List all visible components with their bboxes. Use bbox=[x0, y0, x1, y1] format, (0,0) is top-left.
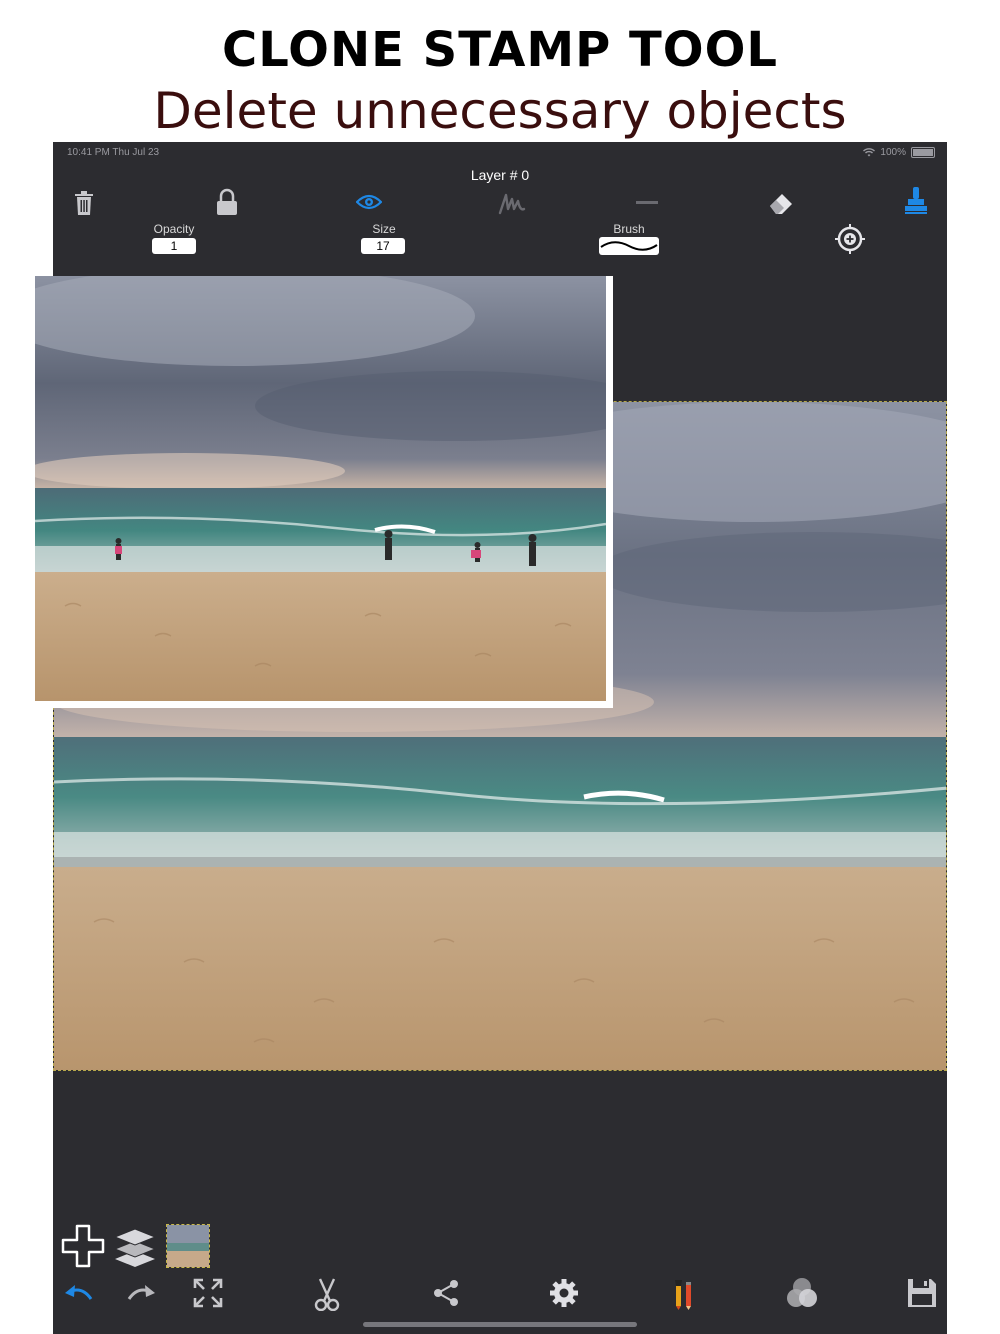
battery-percent: 100% bbox=[880, 147, 906, 158]
opacity-label: Opacity bbox=[153, 222, 195, 236]
redo-button[interactable] bbox=[125, 1278, 159, 1306]
settings-button[interactable] bbox=[547, 1276, 581, 1310]
layers-icon bbox=[114, 1228, 156, 1267]
fit-screen-icon bbox=[193, 1278, 223, 1308]
brush-label: Brush bbox=[613, 222, 645, 236]
minus-icon[interactable] bbox=[635, 198, 659, 208]
undo-button[interactable] bbox=[61, 1278, 95, 1306]
promo-title: CLONE STAMP TOOL bbox=[222, 22, 778, 78]
share-icon bbox=[434, 1280, 458, 1306]
paint-tools-button[interactable] bbox=[667, 1274, 701, 1312]
eye-icon[interactable] bbox=[355, 192, 383, 212]
before-photo bbox=[35, 276, 606, 701]
status-bar: 10:41 PM Thu Jul 23 100% bbox=[53, 142, 947, 164]
status-right: 100% bbox=[863, 147, 935, 158]
battery-icon bbox=[911, 147, 935, 158]
stamp-icon[interactable] bbox=[903, 186, 929, 216]
save-button[interactable] bbox=[905, 1276, 939, 1310]
redo-icon bbox=[127, 1285, 155, 1300]
wifi-icon bbox=[863, 148, 876, 157]
home-indicator bbox=[363, 1322, 637, 1327]
blend-button[interactable] bbox=[785, 1276, 819, 1310]
scissors-icon bbox=[314, 1278, 340, 1311]
crop-button[interactable] bbox=[310, 1276, 344, 1312]
gear-icon bbox=[550, 1279, 578, 1307]
fit-screen-button[interactable] bbox=[191, 1276, 225, 1310]
blend-icon bbox=[787, 1278, 817, 1307]
undo-icon bbox=[65, 1285, 93, 1300]
size-field[interactable]: 17 bbox=[361, 238, 405, 254]
opacity-field[interactable]: 1 bbox=[152, 238, 196, 254]
size-label: Size bbox=[372, 222, 396, 236]
crosshair-icon[interactable] bbox=[833, 222, 867, 256]
save-icon bbox=[908, 1279, 936, 1307]
lock-icon[interactable] bbox=[213, 187, 241, 217]
layers-button[interactable] bbox=[113, 1224, 157, 1268]
trash-icon[interactable] bbox=[71, 189, 97, 217]
before-photo-inset bbox=[35, 276, 613, 708]
eraser-icon[interactable] bbox=[767, 188, 795, 216]
promo-subtitle: Delete unnecessary objects bbox=[153, 82, 847, 140]
layer-title: Layer # 0 bbox=[470, 167, 530, 183]
status-time: 10:41 PM Thu Jul 23 bbox=[67, 147, 160, 158]
brush-preview[interactable] bbox=[599, 237, 659, 255]
add-icon bbox=[61, 1224, 105, 1268]
layer-thumbnail[interactable] bbox=[166, 1224, 210, 1268]
pen-icon[interactable] bbox=[497, 190, 527, 216]
paint-tools-icon bbox=[675, 1280, 691, 1310]
share-button[interactable] bbox=[429, 1276, 463, 1310]
add-layer-button[interactable] bbox=[61, 1224, 105, 1268]
